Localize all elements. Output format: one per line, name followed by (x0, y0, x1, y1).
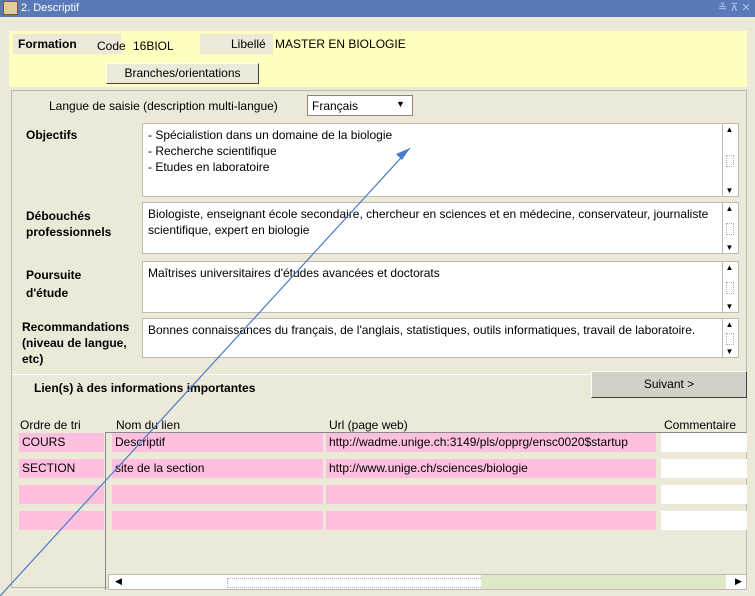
next-button[interactable]: Suivant > (591, 371, 747, 398)
row-ordre[interactable] (19, 485, 104, 504)
debouches-label: Débouchés professionnels (26, 209, 112, 239)
recommandations-scrollbar[interactable]: ▲ ▼ (722, 319, 736, 357)
row-url[interactable]: http://www.unige.ch/sciences/biologie (326, 459, 656, 478)
row-ordre[interactable]: COURS (19, 433, 104, 452)
libelle-label: Libellé (231, 37, 266, 51)
language-select[interactable]: Français ▼ (307, 95, 413, 116)
objectifs-label: Objectifs (26, 128, 78, 142)
scroll-up-icon[interactable]: ▲ (724, 320, 735, 329)
language-select-value: Français (312, 99, 359, 113)
links-horizontal-scrollbar[interactable]: ◀ ▶ (108, 574, 747, 590)
row-ordre[interactable]: SECTION (19, 459, 104, 478)
row-url[interactable] (326, 511, 656, 530)
debouches-textarea[interactable]: Biologiste, enseignant école secondaire,… (142, 202, 739, 254)
scroll-down-icon[interactable]: ▼ (724, 302, 735, 311)
scroll-thumb[interactable] (726, 223, 734, 235)
row-commentaire[interactable] (661, 485, 747, 504)
language-label: Langue de saisie (description multi-lang… (49, 99, 278, 113)
row-nom[interactable]: site de la section (112, 459, 323, 478)
row-url[interactable] (326, 485, 656, 504)
libelle-field[interactable]: MASTER EN BIOLOGIE (275, 37, 406, 51)
scroll-thumb[interactable] (726, 333, 734, 345)
col-header-url: Url (page web) (329, 418, 408, 432)
scroll-right-icon[interactable]: ▶ (735, 576, 742, 587)
code-field[interactable]: 16BIOL (133, 39, 174, 53)
scroll-down-icon[interactable]: ▼ (724, 347, 735, 356)
scroll-track-fill (481, 575, 726, 589)
window-title: 2. Descriptif (21, 2, 80, 14)
row-commentaire[interactable] (661, 433, 747, 452)
row-nom[interactable] (112, 511, 323, 530)
row-nom[interactable] (112, 485, 323, 504)
objectifs-textarea[interactable]: - Spécialistion dans un domaine de la bi… (142, 123, 739, 197)
scroll-up-icon[interactable]: ▲ (724, 263, 735, 272)
row-commentaire[interactable] (661, 459, 747, 478)
row-url[interactable]: http://wadme.unige.ch:3149/pls/opprg/ens… (326, 433, 656, 452)
scroll-up-icon[interactable]: ▲ (724, 204, 735, 213)
col-header-commentaire: Commentaire (664, 418, 737, 432)
window-titlebar: 2. Descriptif ≚ ⊼ ✕ (0, 0, 755, 17)
poursuite-scrollbar[interactable]: ▲ ▼ (722, 262, 736, 312)
poursuite-label: Poursuite d'étude (26, 268, 82, 300)
app-icon (3, 1, 18, 15)
recommandations-label: Recommandations (niveau de langue, etc) (22, 320, 130, 366)
scroll-thumb[interactable] (726, 155, 734, 167)
links-section-label: Lien(s) à des informations importantes (34, 381, 256, 395)
window-controls[interactable]: ≚ ⊼ ✕ (718, 1, 751, 14)
chevron-down-icon: ▼ (396, 99, 405, 109)
poursuite-textarea[interactable]: Maîtrises universitaires d'études avancé… (142, 261, 739, 313)
scroll-down-icon[interactable]: ▼ (724, 243, 735, 252)
scroll-up-icon[interactable]: ▲ (724, 125, 735, 134)
row-commentaire[interactable] (661, 511, 747, 530)
formation-section-label: Formation (18, 37, 77, 51)
row-ordre[interactable] (19, 511, 104, 530)
code-label: Code (97, 39, 126, 53)
scroll-down-icon[interactable]: ▼ (724, 186, 735, 195)
col-header-nom: Nom du lien (116, 418, 181, 432)
col-header-ordre: Ordre de tri (20, 418, 81, 432)
recommandations-textarea[interactable]: Bonnes connaissances du français, de l'a… (142, 318, 739, 358)
debouches-scrollbar[interactable]: ▲ ▼ (722, 203, 736, 253)
branches-button[interactable]: Branches/orientations (106, 63, 259, 84)
scroll-thumb[interactable] (227, 578, 483, 588)
scroll-left-icon[interactable]: ◀ (115, 576, 122, 587)
objectifs-scrollbar[interactable]: ▲ ▼ (722, 124, 736, 196)
scroll-thumb[interactable] (726, 282, 734, 294)
row-nom[interactable]: Descriptif (112, 433, 323, 452)
